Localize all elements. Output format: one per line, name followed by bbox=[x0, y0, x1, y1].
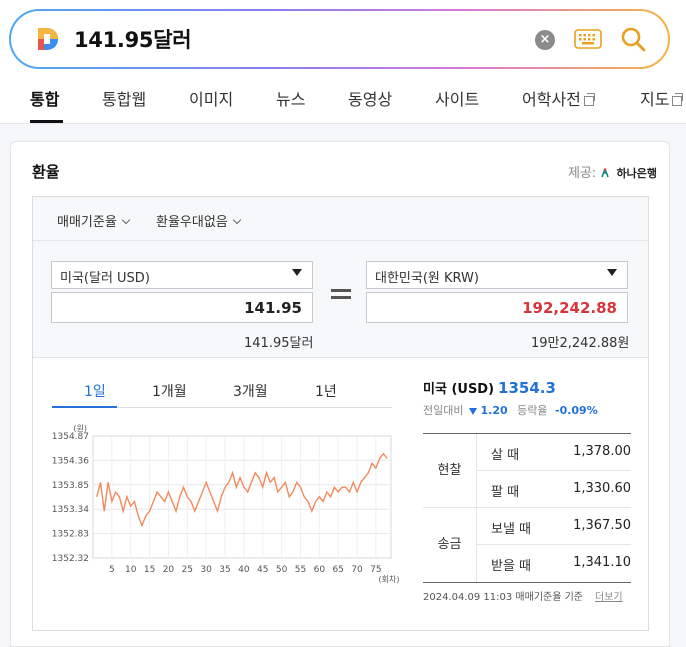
y-tick-label: 1353.34 bbox=[52, 505, 89, 515]
table-row: 살 때 1,378.00 bbox=[477, 434, 631, 471]
converter-panel: 매매기준율 환율우대없음 미국(달러 USD) 141.95 대한민국(원 KR… bbox=[32, 196, 649, 631]
rate-headline: 미국 (USD) 1354.3 bbox=[423, 379, 556, 397]
tab-sites[interactable]: 사이트 bbox=[435, 86, 479, 110]
search-box: 141.95달러 × bbox=[9, 9, 670, 69]
search-input[interactable]: 141.95달러 bbox=[74, 24, 192, 54]
y-tick-label: 1352.83 bbox=[52, 530, 89, 540]
more-link[interactable]: 더보기 bbox=[595, 592, 623, 603]
tab-video[interactable]: 동영상 bbox=[348, 86, 392, 110]
rate-change: 전일대비 1.20 등락율 -0.09% bbox=[423, 404, 598, 417]
x-tick-label: 30 bbox=[200, 565, 212, 575]
tab-news[interactable]: 뉴스 bbox=[276, 86, 305, 110]
active-period-indicator bbox=[52, 406, 117, 408]
table-row: 받을 때 1,341.10 bbox=[491, 555, 631, 574]
chevron-down-icon bbox=[232, 215, 242, 225]
search-header: 141.95달러 × 통합 통합웹 이미지 뉴스 동영상 사이트 어학사전 지도 bbox=[0, 0, 686, 124]
table-row: 팔 때 1,330.60 bbox=[491, 481, 631, 500]
x-tick-label: 10 bbox=[125, 565, 137, 575]
x-tick-label: 40 bbox=[238, 565, 250, 575]
x-tick-label: 5 bbox=[109, 565, 115, 575]
rate-line-chart: 1354.87 1354.36 1353.85 1353.34 1352.83 1352.… bbox=[52, 424, 400, 584]
chevron-down-icon bbox=[121, 215, 131, 225]
rate-group-cash: 현찰 살 때 1,378.00 팔 때 1,330.60 bbox=[423, 434, 631, 508]
dropdown-arrow-icon bbox=[607, 269, 617, 276]
bank-logo-icon bbox=[601, 168, 610, 178]
x-tick-label: 70 bbox=[351, 565, 363, 575]
tab-map[interactable]: 지도 bbox=[640, 86, 684, 110]
x-tick-label: 55 bbox=[295, 565, 306, 575]
rate-type-dropdown[interactable]: 매매기준율 bbox=[57, 211, 131, 230]
daum-logo-icon[interactable] bbox=[35, 26, 61, 52]
provider-credit: 제공: 하나은행 bbox=[568, 166, 657, 181]
card-title: 환율 bbox=[32, 163, 60, 181]
x-tick-label: 45 bbox=[257, 565, 268, 575]
external-link-icon bbox=[672, 93, 684, 106]
search-icon[interactable] bbox=[619, 25, 647, 53]
period-tab-1m[interactable]: 1개월 bbox=[152, 381, 187, 401]
rate-group-remit: 송금 보낼 때 1,367.50 받을 때 1,341.10 bbox=[423, 508, 631, 582]
down-arrow-icon bbox=[469, 408, 478, 415]
period-tab-3m[interactable]: 3개월 bbox=[233, 381, 268, 401]
to-amount-input[interactable]: 192,242.88 bbox=[366, 292, 628, 323]
y-tick-label: 1354.87 bbox=[52, 432, 89, 442]
rate-discount-dropdown[interactable]: 환율우대없음 bbox=[156, 211, 242, 230]
filter-bar: 매매기준율 환율우대없음 bbox=[33, 197, 648, 241]
y-tick-label: 1353.85 bbox=[52, 481, 89, 491]
x-tick-label: 60 bbox=[314, 565, 326, 575]
rate-series-line bbox=[96, 452, 388, 528]
external-link-icon bbox=[583, 93, 595, 106]
tab-web[interactable]: 통합웹 bbox=[102, 86, 146, 110]
x-tick-label: 65 bbox=[332, 565, 343, 575]
from-currency-select[interactable]: 미국(달러 USD) bbox=[51, 261, 313, 289]
y-axis-label: (원) bbox=[73, 424, 87, 433]
keyboard-icon[interactable] bbox=[574, 29, 602, 49]
x-tick-label: 50 bbox=[276, 565, 288, 575]
plot-area bbox=[92, 435, 392, 559]
equals-icon bbox=[331, 289, 351, 303]
x-tick-label: 35 bbox=[219, 565, 230, 575]
to-currency-select[interactable]: 대한민국(원 KRW) bbox=[366, 261, 628, 289]
period-tabs: 1일 1개월 3개월 1년 bbox=[52, 372, 392, 408]
currency-converter: 미국(달러 USD) 141.95 대한민국(원 KRW) 192,242.88… bbox=[33, 241, 648, 358]
active-tab-indicator bbox=[30, 120, 63, 123]
x-tick-label: 25 bbox=[182, 565, 193, 575]
tab-all[interactable]: 통합 bbox=[30, 86, 59, 110]
x-tick-label: 15 bbox=[144, 565, 155, 575]
rate-footnote: 2024.04.09 11:03 매매기준율 기준 더보기 bbox=[423, 592, 623, 603]
to-amount-words: 19만2,242.88원 bbox=[531, 336, 630, 351]
dropdown-arrow-icon bbox=[292, 269, 302, 276]
rate-table: 현찰 살 때 1,378.00 팔 때 1,330.60 송금 보낼 때 1,367.… bbox=[423, 433, 631, 583]
current-rate: 1354.3 bbox=[498, 379, 556, 397]
x-axis-label: (회차) bbox=[379, 575, 400, 584]
y-tick-label: 1354.36 bbox=[52, 456, 89, 466]
period-tab-1d[interactable]: 1일 bbox=[84, 381, 106, 401]
tab-dictionary[interactable]: 어학사전 bbox=[522, 86, 595, 110]
search-tabs: 통합 통합웹 이미지 뉴스 동영상 사이트 어학사전 지도 bbox=[0, 80, 686, 123]
from-amount-words: 141.95달러 bbox=[244, 336, 314, 351]
clear-icon[interactable]: × bbox=[535, 30, 555, 50]
period-tab-1y[interactable]: 1년 bbox=[315, 381, 337, 401]
x-tick-label: 20 bbox=[163, 565, 175, 575]
x-tick-label: 75 bbox=[370, 565, 381, 575]
from-amount-input[interactable]: 141.95 bbox=[51, 292, 313, 323]
table-row: 보낼 때 1,367.50 bbox=[477, 508, 631, 545]
tab-images[interactable]: 이미지 bbox=[189, 86, 233, 110]
y-tick-label: 1352.32 bbox=[52, 554, 89, 564]
